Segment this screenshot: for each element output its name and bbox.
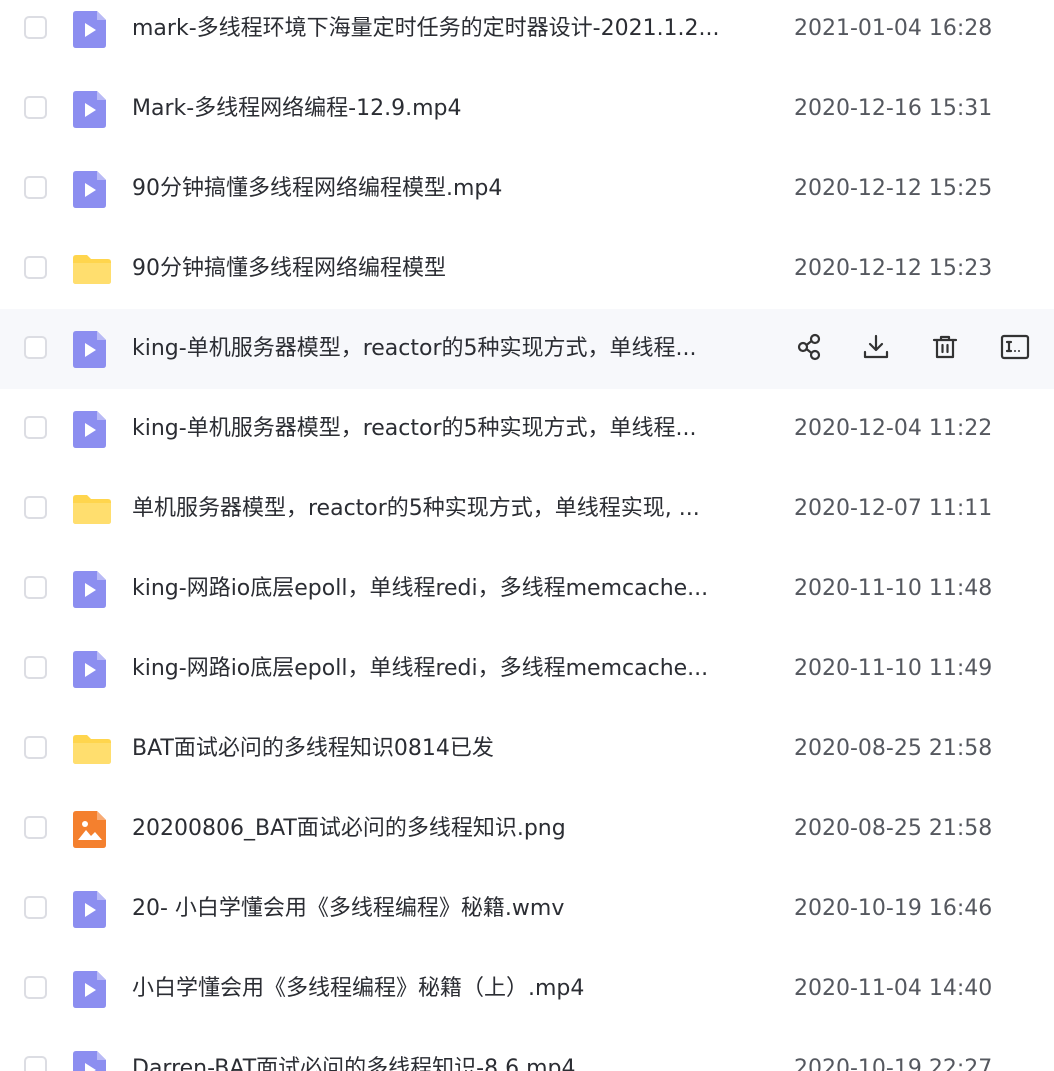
file-name[interactable]: king-单机服务器模型，reactor的5种实现方式，单线程...	[132, 412, 772, 446]
download-icon	[861, 332, 891, 366]
file-row[interactable]: 90分钟搞懂多线程网络编程模型 2020-12-12 15:23	[0, 229, 1054, 309]
modified-date: 2020-11-10 11:49	[794, 656, 993, 681]
modified-date: 2020-12-12 15:23	[794, 256, 993, 281]
file-name[interactable]: BAT面试必问的多线程知识0814已发	[132, 732, 772, 766]
file-row[interactable]: 90分钟搞懂多线程网络编程模型.mp4 2020-12-12 15:25	[0, 149, 1054, 229]
row-checkbox[interactable]	[24, 1056, 47, 1071]
row-checkbox[interactable]	[24, 176, 47, 199]
folder-icon	[72, 249, 111, 289]
file-name[interactable]: 90分钟搞懂多线程网络编程模型.mp4	[132, 172, 772, 206]
file-row[interactable]: 20200806_BAT面试必问的多线程知识.png 2020-08-25 21:…	[0, 789, 1054, 869]
row-checkbox[interactable]	[24, 976, 47, 999]
file-row[interactable]: king-网路io底层epoll，单线程redi，多线程memcache... 2…	[0, 549, 1054, 629]
delete-icon	[930, 332, 960, 366]
modified-date: 2020-11-04 14:40	[794, 976, 993, 1001]
file-name[interactable]: 20200806_BAT面试必问的多线程知识.png	[132, 812, 772, 846]
file-name[interactable]: Darren-BAT面试必问的多线程知识-8.6.mp4	[132, 1052, 772, 1071]
delete-button[interactable]	[925, 329, 965, 369]
rename-icon	[1000, 332, 1030, 366]
video-file-icon	[72, 1049, 110, 1071]
modified-date: 2020-10-19 22:27	[794, 1056, 993, 1071]
share-button[interactable]	[790, 329, 830, 369]
row-checkbox[interactable]	[24, 256, 47, 279]
video-file-icon	[72, 569, 110, 609]
file-name[interactable]: 单机服务器模型，reactor的5种实现方式，单线程实现, ...	[132, 492, 772, 526]
file-row[interactable]: BAT面试必问的多线程知识0814已发 2020-08-25 21:58	[0, 709, 1054, 789]
file-row[interactable]: king-单机服务器模型，reactor的5种实现方式，单线程...	[0, 309, 1054, 389]
file-name[interactable]: 20- 小白学懂会用《多线程编程》秘籍.wmv	[132, 892, 772, 926]
file-row[interactable]: Mark-多线程网络编程-12.9.mp4 2020-12-16 15:31	[0, 69, 1054, 149]
video-file-icon	[72, 649, 110, 689]
modified-date: 2020-12-07 11:11	[794, 496, 993, 521]
rename-button[interactable]	[995, 329, 1035, 369]
file-name[interactable]: king-网路io底层epoll，单线程redi，多线程memcache...	[132, 652, 772, 686]
modified-date: 2020-12-12 15:25	[794, 176, 993, 201]
file-row[interactable]: king-网路io底层epoll，单线程redi，多线程memcache... 2…	[0, 629, 1054, 709]
row-checkbox[interactable]	[24, 816, 47, 839]
file-row[interactable]: mark-多线程环境下海量定时任务的定时器设计-2021.1.2... 2021-…	[0, 0, 1054, 69]
modified-date: 2020-12-16 15:31	[794, 96, 993, 121]
share-icon	[795, 332, 825, 366]
row-checkbox[interactable]	[24, 96, 47, 119]
modified-date: 2020-08-25 21:58	[794, 816, 993, 841]
file-row[interactable]: 20- 小白学懂会用《多线程编程》秘籍.wmv 2020-10-19 16:46	[0, 869, 1054, 949]
row-checkbox[interactable]	[24, 496, 47, 519]
modified-date: 2020-12-04 11:22	[794, 416, 993, 441]
file-name[interactable]: 小白学懂会用《多线程编程》秘籍（上）.mp4	[132, 972, 772, 1006]
video-file-icon	[72, 409, 110, 449]
row-checkbox[interactable]	[24, 416, 47, 439]
row-checkbox[interactable]	[24, 656, 47, 679]
file-name[interactable]: 90分钟搞懂多线程网络编程模型	[132, 252, 772, 286]
row-checkbox[interactable]	[24, 576, 47, 599]
video-file-icon	[72, 89, 110, 129]
file-name[interactable]: king-单机服务器模型，reactor的5种实现方式，单线程...	[132, 332, 772, 366]
video-file-icon	[72, 9, 110, 49]
row-checkbox[interactable]	[24, 736, 47, 759]
video-file-icon	[72, 169, 110, 209]
file-row[interactable]: 单机服务器模型，reactor的5种实现方式，单线程实现, ... 2020-12…	[0, 469, 1054, 549]
row-checkbox[interactable]	[24, 896, 47, 919]
file-row[interactable]: king-单机服务器模型，reactor的5种实现方式，单线程... 2020-1…	[0, 389, 1054, 469]
file-row[interactable]: Darren-BAT面试必问的多线程知识-8.6.mp4 2020-10-19 2…	[0, 1029, 1054, 1071]
file-name[interactable]: king-网路io底层epoll，单线程redi，多线程memcache...	[132, 572, 772, 606]
row-checkbox[interactable]	[24, 16, 47, 39]
image-file-icon	[72, 809, 110, 849]
file-name[interactable]: Mark-多线程网络编程-12.9.mp4	[132, 92, 772, 126]
file-row[interactable]: 小白学懂会用《多线程编程》秘籍（上）.mp4 2020-11-04 14:40	[0, 949, 1054, 1029]
row-checkbox[interactable]	[24, 336, 47, 359]
modified-date: 2020-11-10 11:48	[794, 576, 993, 601]
file-list: mark-多线程环境下海量定时任务的定时器设计-2021.1.2... 2021-…	[0, 0, 1054, 1071]
modified-date: 2020-10-19 16:46	[794, 896, 993, 921]
folder-icon	[72, 729, 111, 769]
folder-icon	[72, 489, 111, 529]
modified-date: 2021-01-04 16:28	[794, 16, 993, 41]
video-file-icon	[72, 889, 110, 929]
modified-date: 2020-08-25 21:58	[794, 736, 993, 761]
row-actions	[790, 329, 1040, 369]
video-file-icon	[72, 969, 110, 1009]
video-file-icon	[72, 329, 110, 369]
file-name[interactable]: mark-多线程环境下海量定时任务的定时器设计-2021.1.2...	[132, 12, 772, 46]
download-button[interactable]	[856, 329, 896, 369]
